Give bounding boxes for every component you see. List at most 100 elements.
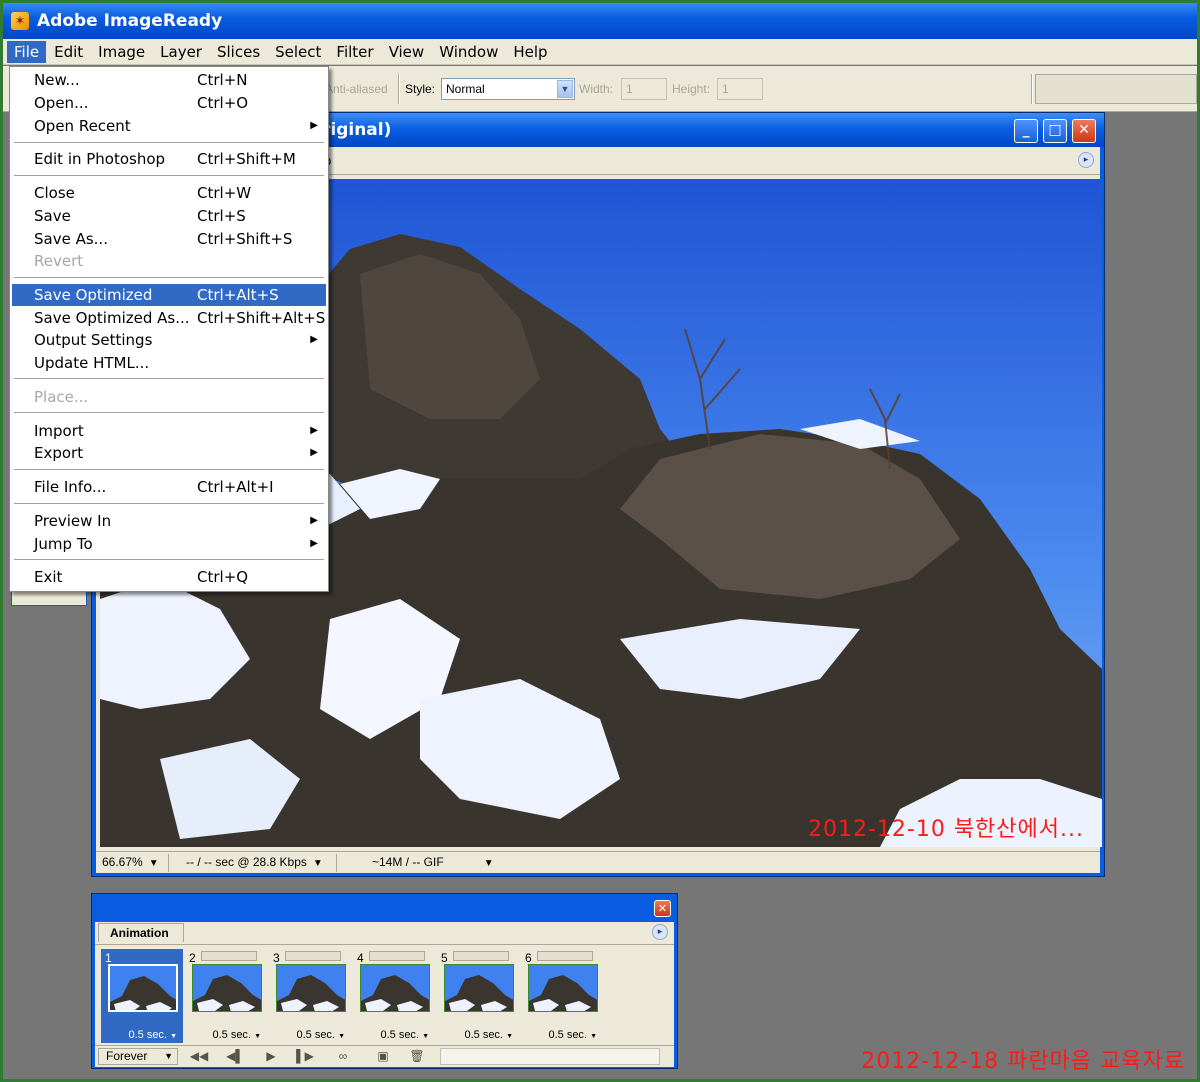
menu-image[interactable]: Image <box>91 41 152 63</box>
menu-item-save-optimized-as[interactable]: Save Optimized As... Ctrl+Shift+Alt+S <box>12 307 326 329</box>
menu-item-shortcut: Ctrl+S <box>197 207 246 225</box>
menu-help[interactable]: Help <box>506 41 554 63</box>
style-label: Style: <box>405 82 436 96</box>
menu-filter[interactable]: Filter <box>329 41 380 63</box>
menu-separator <box>14 469 324 471</box>
menu-item-shortcut: Ctrl+W <box>197 184 252 202</box>
menu-item-label: Exit <box>34 568 63 586</box>
menu-item-save[interactable]: Save Ctrl+S <box>12 205 326 227</box>
anti-aliased-checkbox-label[interactable]: Anti-aliased <box>325 82 388 96</box>
menu-item-edit-in-photoshop[interactable]: Edit in Photoshop Ctrl+Shift+M <box>12 148 326 170</box>
animation-palette: ✕ Animation ▸ 1 0.5 sec. ▼ 2 0.5 sec. ▼ 3 0.5… <box>91 893 678 1069</box>
menu-item-shortcut: Ctrl+Shift+S <box>197 230 293 248</box>
animation-body: Animation ▸ 1 0.5 sec. ▼ 2 0.5 sec. ▼ 3 0.5 s… <box>95 922 674 1067</box>
document-status-bar: 66.67% ▼ -- / -- sec @ 28.8 Kbps ▼ ~14M / … <box>96 851 1100 873</box>
frame-scrollbar[interactable] <box>440 1048 660 1065</box>
animation-frame[interactable]: 6 0.5 sec. ▼ <box>521 949 603 1043</box>
trash-icon[interactable]: 🗑 <box>405 1048 429 1065</box>
frame-delay[interactable]: 0.5 sec. ▼ <box>353 1029 433 1041</box>
chevron-right-icon: ▶ <box>310 447 318 458</box>
menu-separator <box>14 503 324 505</box>
play-icon[interactable]: ▶ <box>259 1048 283 1065</box>
frame-thumbnail[interactable] <box>360 964 430 1012</box>
frame-header <box>201 951 257 961</box>
previous-frame-icon[interactable]: ◀▌ <box>223 1048 247 1065</box>
download-time: -- / -- sec @ 28.8 Kbps <box>186 855 307 869</box>
menu-item-file-info[interactable]: File Info... Ctrl+Alt+I <box>12 476 326 498</box>
animation-frame[interactable]: 1 0.5 sec. ▼ <box>101 949 183 1043</box>
menu-item-open[interactable]: Open... Ctrl+O <box>12 92 326 114</box>
menu-window[interactable]: Window <box>432 41 505 63</box>
tween-icon[interactable]: ∞ <box>331 1048 355 1065</box>
frame-delay[interactable]: 0.5 sec. ▼ <box>437 1029 517 1041</box>
menu-item-label: Place... <box>34 388 89 406</box>
loop-select[interactable]: Forever ▼ <box>98 1048 178 1065</box>
menu-item-label: File Info... <box>34 478 107 496</box>
chevron-down-icon[interactable]: ▼ <box>557 80 573 98</box>
frame-thumbnail[interactable] <box>276 964 346 1012</box>
menu-item-save-as[interactable]: Save As... Ctrl+Shift+S <box>12 228 326 250</box>
menu-item-label: Export <box>34 444 84 462</box>
animation-frame[interactable]: 5 0.5 sec. ▼ <box>437 949 519 1043</box>
download-time-dropdown[interactable]: -- / -- sec @ 28.8 Kbps ▼ <box>182 855 323 871</box>
frame-delay-value: 0.5 sec. <box>380 1029 419 1041</box>
menu-item-update-html[interactable]: Update HTML... <box>12 352 326 374</box>
menu-separator <box>14 277 324 279</box>
animation-controls: Forever ▼ ◀◀ ◀▌ ▶ ▌▶ ∞ ▣ 🗑 <box>95 1045 674 1066</box>
animation-frame[interactable]: 3 0.5 sec. ▼ <box>269 949 351 1043</box>
status-divider <box>336 854 337 872</box>
menu-item-exit[interactable]: Exit Ctrl+Q <box>12 566 326 588</box>
first-frame-icon[interactable]: ◀◀ <box>187 1048 211 1065</box>
app-title: Adobe ImageReady <box>37 11 223 31</box>
frame-delay[interactable]: 0.5 sec. ▼ <box>269 1029 349 1041</box>
frame-thumbnail[interactable] <box>444 964 514 1012</box>
tab-animation[interactable]: Animation <box>98 923 184 942</box>
frame-thumbnail[interactable] <box>528 964 598 1012</box>
menu-file[interactable]: File <box>7 40 47 63</box>
menu-layer[interactable]: Layer <box>153 41 209 63</box>
menu-slices[interactable]: Slices <box>210 41 267 63</box>
menu-item-export[interactable]: Export ▶ <box>12 442 326 464</box>
menu-item-preview-in[interactable]: Preview In ▶ <box>12 510 326 532</box>
menu-item-open-recent[interactable]: Open Recent ▶ <box>12 115 326 137</box>
close-icon[interactable]: ✕ <box>654 900 671 917</box>
palette-menu-icon[interactable]: ▸ <box>1078 152 1094 168</box>
menu-item-output-settings[interactable]: Output Settings ▶ <box>12 329 326 351</box>
frame-thumbnail-image <box>445 965 513 1011</box>
frame-thumbnail[interactable] <box>108 964 178 1012</box>
minimize-icon[interactable]: _ <box>1014 119 1038 143</box>
zoom-dropdown[interactable]: 66.67% ▼ <box>98 855 159 871</box>
width-input[interactable]: 1 <box>621 78 667 100</box>
menu-item-import[interactable]: Import ▶ <box>12 420 326 442</box>
menu-edit[interactable]: Edit <box>47 41 90 63</box>
status-divider <box>168 854 169 872</box>
menu-view[interactable]: View <box>382 41 432 63</box>
animation-frame[interactable]: 2 0.5 sec. ▼ <box>185 949 267 1043</box>
frame-delay[interactable]: 0.5 sec. ▼ <box>521 1029 601 1041</box>
duplicate-frame-icon[interactable]: ▣ <box>371 1048 395 1065</box>
menu-item-jump-to[interactable]: Jump To ▶ <box>12 533 326 555</box>
document-title: riginal) <box>322 120 392 140</box>
menu-item-shortcut: Ctrl+Q <box>197 568 249 586</box>
file-size-dropdown[interactable]: ~14M / -- GIF ▼ <box>368 855 494 871</box>
imageready-logo-icon: ✶ <box>11 12 29 30</box>
menu-select[interactable]: Select <box>268 41 328 63</box>
style-select[interactable]: Normal ▼ <box>441 78 575 100</box>
menu-item-new[interactable]: New... Ctrl+N <box>12 69 326 91</box>
palette-menu-icon[interactable]: ▸ <box>652 924 668 940</box>
maximize-icon[interactable]: □ <box>1043 119 1067 143</box>
menu-item-save-optimized[interactable]: Save Optimized Ctrl+Alt+S <box>12 284 326 306</box>
next-frame-icon[interactable]: ▌▶ <box>293 1048 317 1065</box>
chevron-down-icon: ▼ <box>254 1033 261 1040</box>
frame-thumbnail[interactable] <box>192 964 262 1012</box>
frame-delay[interactable]: 0.5 sec. ▼ <box>101 1029 181 1041</box>
menu-item-close[interactable]: Close Ctrl+W <box>12 182 326 204</box>
menu-item-label: Preview In <box>34 512 112 530</box>
frame-delay[interactable]: 0.5 sec. ▼ <box>185 1029 265 1041</box>
animation-frame[interactable]: 4 0.5 sec. ▼ <box>353 949 435 1043</box>
menu-item-label: Save <box>34 207 71 225</box>
close-icon[interactable]: ✕ <box>1072 119 1096 143</box>
frame-header <box>369 951 425 961</box>
height-input[interactable]: 1 <box>717 78 763 100</box>
palette-well <box>1035 74 1197 104</box>
